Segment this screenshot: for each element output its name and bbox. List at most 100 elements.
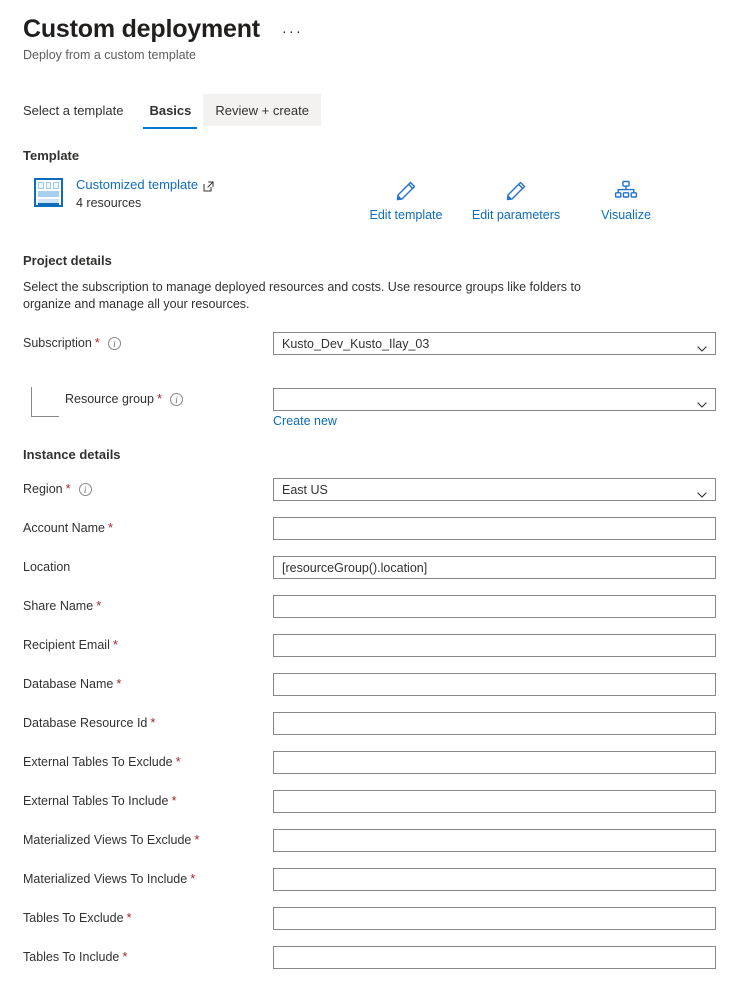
share-name-required-marker: * <box>96 598 102 613</box>
row-subscription: Subscription * i Kusto_Dev_Kusto_Ilay_03 <box>0 332 748 371</box>
materialized-views-to-exclude-label-group: Materialized Views To Exclude * <box>23 829 199 851</box>
materialized-views-to-exclude-required-marker: * <box>194 832 200 847</box>
tree-connector <box>31 387 59 417</box>
template-actions: Edit template Edit parameters Visualize <box>355 179 677 222</box>
tables-to-include-label: Tables To Include <box>23 950 120 964</box>
row-tables-to-exclude: Tables To Exclude * <box>0 907 748 946</box>
database-resource-id-required-marker: * <box>150 715 156 730</box>
external-tables-to-exclude-required-marker: * <box>175 754 181 769</box>
location-value: [resourceGroup().location] <box>282 560 428 575</box>
external-tables-to-exclude-input[interactable] <box>273 751 716 774</box>
customized-template-link[interactable]: Customized template <box>76 176 214 193</box>
tab-review-create[interactable]: Review + create <box>203 94 321 126</box>
create-new-link[interactable]: Create new <box>273 414 337 428</box>
region-select[interactable]: East US <box>273 478 716 501</box>
account-name-label-group: Account Name * <box>23 517 113 539</box>
project-details-form: Subscription * i Kusto_Dev_Kusto_Ilay_03… <box>0 332 748 428</box>
external-tables-to-include-label-group: External Tables To Include * <box>23 790 177 812</box>
row-external-tables-to-include: External Tables To Include * <box>0 790 748 829</box>
template-resource-count: 4 resources <box>76 196 142 210</box>
row-account-name: Account Name * <box>0 517 748 556</box>
materialized-views-to-include-label-group: Materialized Views To Include * <box>23 868 195 890</box>
visualize-button[interactable]: Visualize <box>575 179 677 222</box>
visualize-label: Visualize <box>601 208 651 222</box>
materialized-views-to-exclude-input[interactable] <box>273 829 716 852</box>
tables-to-include-label-group: Tables To Include * <box>23 946 127 968</box>
location-label: Location <box>23 560 71 574</box>
region-label: Region <box>23 482 63 496</box>
database-resource-id-input[interactable] <box>273 712 716 735</box>
row-materialized-views-to-include: Materialized Views To Include * <box>0 868 748 907</box>
row-materialized-views-to-exclude: Materialized Views To Exclude * <box>0 829 748 868</box>
pencil-icon <box>457 179 575 205</box>
edit-template-button[interactable]: Edit template <box>355 179 457 222</box>
tab-bar: Select a template Basics Review + create <box>0 94 748 129</box>
subscription-label: Subscription <box>23 336 92 350</box>
row-database-resource-id: Database Resource Id * <box>0 712 748 751</box>
subscription-required-marker: * <box>94 335 100 350</box>
template-summary: Customized template 4 resources Edit tem… <box>0 176 748 226</box>
external-tables-to-include-label: External Tables To Include <box>23 794 169 808</box>
subscription-select[interactable]: Kusto_Dev_Kusto_Ilay_03 <box>273 332 716 355</box>
region-value: East US <box>282 482 328 497</box>
title-row: Custom deployment ··· <box>23 14 748 44</box>
edit-template-label: Edit template <box>369 208 443 222</box>
account-name-input[interactable] <box>273 517 716 540</box>
external-tables-to-exclude-label-group: External Tables To Exclude * <box>23 751 181 773</box>
recipient-email-required-marker: * <box>112 637 118 652</box>
row-share-name: Share Name * <box>0 595 748 634</box>
tables-to-include-required-marker: * <box>122 949 128 964</box>
tab-select-a-template[interactable]: Select a template <box>23 94 137 126</box>
template-text: Customized template 4 resources <box>76 176 214 212</box>
tables-to-exclude-label: Tables To Exclude <box>23 911 124 925</box>
recipient-email-label-group: Recipient Email * <box>23 634 118 656</box>
share-name-input[interactable] <box>273 595 716 618</box>
info-icon[interactable]: i <box>107 336 121 350</box>
subscription-value: Kusto_Dev_Kusto_Ilay_03 <box>282 336 430 351</box>
more-options-button[interactable]: ··· <box>278 24 307 39</box>
database-resource-id-label: Database Resource Id <box>23 716 148 730</box>
share-name-label: Share Name <box>23 599 94 613</box>
location-label-group: Location <box>23 556 73 578</box>
database-name-required-marker: * <box>116 676 122 691</box>
materialized-views-to-include-input[interactable] <box>273 868 716 891</box>
chevron-down-icon <box>697 341 707 352</box>
materialized-views-to-exclude-label: Materialized Views To Exclude <box>23 833 192 847</box>
resource-group-label: Resource group <box>65 392 154 406</box>
page-title: Custom deployment <box>23 15 260 43</box>
resource-group-select[interactable] <box>273 388 716 411</box>
tables-to-exclude-label-group: Tables To Exclude * <box>23 907 132 929</box>
instance-details-form: Region * i East US Account Name * Locati… <box>0 478 748 985</box>
account-name-label: Account Name <box>23 521 105 535</box>
resource-group-required-marker: * <box>156 391 163 406</box>
project-details-description: Select the subscription to manage deploy… <box>23 280 581 311</box>
pencil-icon <box>355 179 457 205</box>
row-external-tables-to-exclude: External Tables To Exclude * <box>0 751 748 790</box>
external-tables-to-exclude-label: External Tables To Exclude <box>23 755 173 769</box>
edit-parameters-button[interactable]: Edit parameters <box>457 179 575 222</box>
location-input[interactable]: [resourceGroup().location] <box>273 556 716 579</box>
info-icon[interactable]: i <box>170 392 184 406</box>
row-location: Location [resourceGroup().location] <box>0 556 748 595</box>
row-region: Region * i East US <box>0 478 748 517</box>
database-name-label: Database Name <box>23 677 114 691</box>
template-section-heading: Template <box>23 148 80 163</box>
tab-basics[interactable]: Basics <box>137 94 203 129</box>
tables-to-exclude-input[interactable] <box>273 907 716 930</box>
row-tables-to-include: Tables To Include * <box>0 946 748 985</box>
subscription-label-group: Subscription * i <box>23 332 121 354</box>
row-recipient-email: Recipient Email * <box>0 634 748 673</box>
region-label-group: Region * i <box>23 478 92 500</box>
hierarchy-icon <box>575 179 677 205</box>
recipient-email-input[interactable] <box>273 634 716 657</box>
external-tables-to-include-input[interactable] <box>273 790 716 813</box>
tables-to-include-input[interactable] <box>273 946 716 969</box>
database-name-label-group: Database Name * <box>23 673 121 695</box>
materialized-views-to-include-required-marker: * <box>190 871 196 886</box>
customized-template-label: Customized template <box>76 177 199 192</box>
external-tables-to-include-required-marker: * <box>171 793 177 808</box>
account-name-required-marker: * <box>107 520 114 535</box>
info-icon[interactable]: i <box>78 482 92 496</box>
resource-group-label-group: Resource group * i <box>65 388 184 410</box>
database-name-input[interactable] <box>273 673 716 696</box>
